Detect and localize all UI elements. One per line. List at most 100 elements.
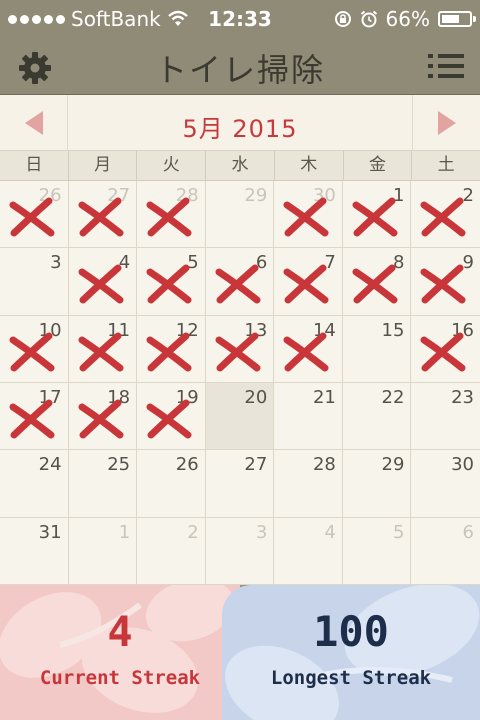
calendar-day[interactable]: 22 xyxy=(342,383,412,451)
calendar-day[interactable]: 13 xyxy=(205,315,275,383)
day-number: 21 xyxy=(312,387,336,408)
weekday-header: 日 月 火 水 木 金 土 xyxy=(0,151,480,181)
day-number: 3 xyxy=(50,252,62,274)
calendar-day[interactable]: 27 xyxy=(205,450,275,518)
battery-icon xyxy=(438,11,476,27)
calendar-day[interactable]: 6 xyxy=(411,517,480,585)
weekday-thu: 木 xyxy=(275,151,344,180)
x-mark-icon xyxy=(215,332,261,372)
day-number: 3 xyxy=(255,521,268,543)
calendar-day[interactable]: 15 xyxy=(342,315,412,383)
previous-month-button[interactable] xyxy=(0,95,68,151)
calendar-day[interactable]: 30 xyxy=(274,181,343,249)
calendar-day[interactable]: 23 xyxy=(411,383,480,451)
calendar-day[interactable]: 6 xyxy=(205,248,275,316)
calendar-day[interactable]: 8 xyxy=(342,248,412,316)
calendar-grid: 26 27 28 29 30 1 2 3 4 5 6 7 8 9 10 11 12 13 14 15 16 17 18 19 2… xyxy=(0,181,480,585)
day-number: 22 xyxy=(381,387,405,408)
day-number: 23 xyxy=(451,387,474,408)
x-mark-icon xyxy=(420,332,466,372)
current-streak-label: Current Streak xyxy=(39,667,201,689)
day-number: 29 xyxy=(244,185,268,206)
x-mark-icon xyxy=(352,264,398,304)
page-title: トイレ掃除 xyxy=(154,51,325,89)
alarm-icon xyxy=(360,10,377,28)
calendar-day[interactable]: 30 xyxy=(411,450,480,518)
calendar-day[interactable]: 9 xyxy=(411,248,480,316)
battery-percent: 66% xyxy=(385,7,430,31)
calendar-day[interactable]: 18 xyxy=(68,383,138,451)
day-number: 25 xyxy=(107,454,131,476)
calendar-day[interactable]: 1 xyxy=(68,517,138,585)
battery-fill xyxy=(442,15,460,23)
calendar-day[interactable]: 28 xyxy=(274,450,343,518)
day-number: 29 xyxy=(381,454,405,476)
day-number: 5 xyxy=(392,521,405,543)
calendar-day-today[interactable]: 20 xyxy=(205,383,275,451)
calendar-day[interactable]: 19 xyxy=(137,383,206,451)
longest-streak-value: 100 xyxy=(313,607,389,656)
calendar-day[interactable]: 25 xyxy=(68,450,138,518)
calendar-day[interactable]: 4 xyxy=(68,248,138,316)
month-label: 5月 2015 xyxy=(182,115,298,143)
calendar-day[interactable]: 11 xyxy=(68,315,138,383)
calendar-day[interactable]: 16 xyxy=(411,315,480,383)
x-mark-icon xyxy=(352,197,398,237)
longest-streak-panel: 100 Longest Streak xyxy=(222,585,480,720)
x-mark-icon xyxy=(9,399,55,439)
day-number: 6 xyxy=(462,521,474,543)
calendar-day[interactable]: 7 xyxy=(274,248,343,316)
list-icon[interactable] xyxy=(428,54,464,80)
calendar-day[interactable]: 14 xyxy=(274,315,343,383)
weekday-fri: 金 xyxy=(344,151,413,180)
x-mark-icon xyxy=(78,197,124,237)
day-number: 26 xyxy=(175,454,199,476)
calendar-day[interactable]: 26 xyxy=(137,450,206,518)
x-mark-icon xyxy=(283,197,329,237)
day-number: 24 xyxy=(38,454,62,476)
calendar-day[interactable]: 31 xyxy=(0,517,69,585)
calendar-day[interactable]: 5 xyxy=(342,517,412,585)
arrow-left-icon xyxy=(24,111,43,135)
calendar-day[interactable]: 24 xyxy=(0,450,69,518)
day-number: 2 xyxy=(187,521,199,543)
calendar-day[interactable]: 3 xyxy=(205,517,275,585)
calendar-day[interactable]: 26 xyxy=(0,181,69,249)
x-mark-icon xyxy=(283,332,329,372)
calendar-day[interactable]: 2 xyxy=(411,181,480,249)
day-number: 20 xyxy=(244,387,268,408)
x-mark-icon xyxy=(146,264,192,304)
calendar-day[interactable]: 21 xyxy=(274,383,343,451)
x-mark-icon xyxy=(283,264,329,304)
calendar-day[interactable]: 27 xyxy=(68,181,138,249)
x-mark-icon xyxy=(9,332,55,372)
calendar-day[interactable]: 3 xyxy=(0,248,69,316)
next-month-button[interactable] xyxy=(412,95,480,151)
calendar-day[interactable]: 12 xyxy=(137,315,206,383)
calendar-day[interactable]: 17 xyxy=(0,383,69,451)
x-mark-icon xyxy=(146,332,192,372)
x-mark-icon xyxy=(78,399,124,439)
x-mark-icon xyxy=(78,264,124,304)
day-number: 1 xyxy=(118,521,131,543)
longest-streak-label: Longest Streak xyxy=(270,667,432,689)
calendar-day[interactable]: 29 xyxy=(205,181,275,249)
calendar-day[interactable]: 29 xyxy=(342,450,412,518)
weekday-wed: 水 xyxy=(206,151,275,180)
current-streak-value: 4 xyxy=(107,607,133,656)
calendar-day[interactable]: 4 xyxy=(274,517,343,585)
weekday-mon: 月 xyxy=(69,151,138,180)
x-mark-icon xyxy=(215,264,261,304)
month-navigation: 5月 2015 xyxy=(0,95,480,151)
calendar-day[interactable]: 28 xyxy=(137,181,206,249)
day-number: 31 xyxy=(38,521,62,543)
calendar-day[interactable]: 2 xyxy=(137,517,206,585)
app-header: トイレ掃除 xyxy=(0,40,480,95)
calendar-day[interactable]: 10 xyxy=(0,315,69,383)
day-number: 28 xyxy=(312,454,336,476)
day-number: 15 xyxy=(381,319,405,341)
calendar-day[interactable]: 1 xyxy=(342,181,412,249)
weekday-sat: 土 xyxy=(437,155,455,175)
x-mark-icon xyxy=(420,264,466,304)
calendar-day[interactable]: 5 xyxy=(137,248,206,316)
